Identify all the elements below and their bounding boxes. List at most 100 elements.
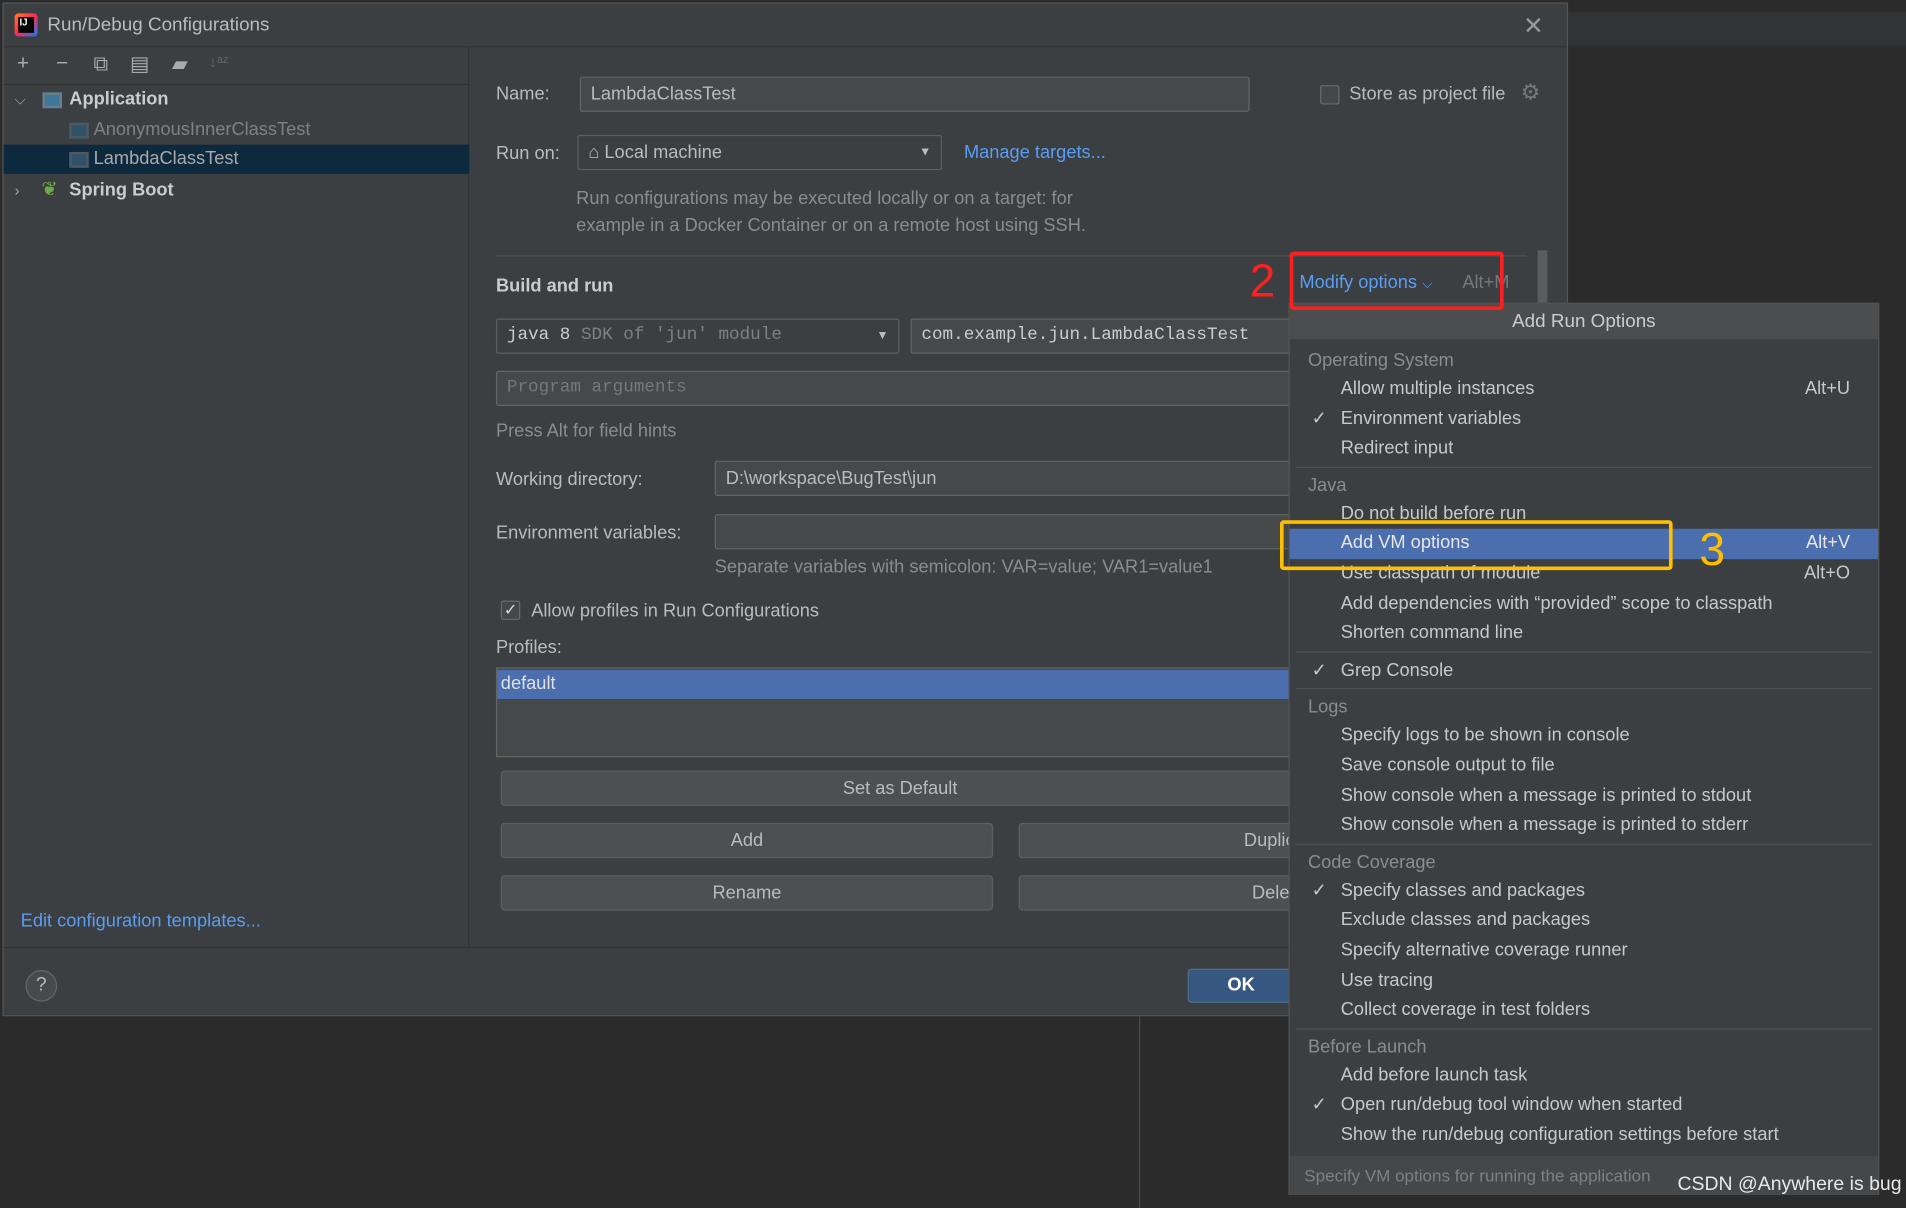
- menu-item-label: Show console when a message is printed t…: [1340, 814, 1749, 836]
- menu-item[interactable]: Save console output to file: [1290, 751, 1878, 781]
- env-vars-hint: Separate variables with semicolon: VAR=v…: [714, 556, 1213, 578]
- application-config-icon: [69, 151, 89, 168]
- allow-profiles-label: Allow profiles in Run Configurations: [531, 600, 820, 622]
- tree-item-label: Spring Boot: [69, 179, 174, 201]
- duplicate-profile-button[interactable]: Duplic: [1018, 822, 1300, 859]
- gear-icon[interactable]: ⚙: [1521, 80, 1541, 106]
- menu-item-label: Add dependencies with “provided” scope t…: [1340, 592, 1773, 614]
- checkmark-icon: ✓: [1311, 1094, 1327, 1116]
- menu-item[interactable]: Collect coverage in test folders: [1290, 996, 1878, 1026]
- remove-icon[interactable]: −: [49, 51, 76, 75]
- menu-item-label: Exclude classes and packages: [1340, 909, 1591, 931]
- chevron-down-icon[interactable]: ⌵: [15, 85, 26, 114]
- run-on-label: Run on:: [495, 143, 560, 165]
- menu-separator: [1290, 1026, 1878, 1033]
- menu-item[interactable]: Show console when a message is printed t…: [1290, 811, 1878, 841]
- menu-item[interactable]: Show the run/debug configuration setting…: [1290, 1121, 1878, 1151]
- tree-item-anonymous[interactable]: AnonymousInnerClassTest: [4, 115, 470, 144]
- menu-item[interactable]: Exclude classes and packages: [1290, 906, 1878, 936]
- menu-item[interactable]: ✓ Grep Console: [1290, 656, 1878, 686]
- tree-item-label: LambdaClassTest: [93, 148, 239, 169]
- menu-item[interactable]: ✓ Specify classes and packages: [1290, 876, 1878, 906]
- menu-item[interactable]: Allow multiple instances Alt+U: [1290, 374, 1878, 404]
- menu-separator: [1290, 649, 1878, 656]
- menu-item-label: Open run/debug tool window when started: [1340, 1094, 1683, 1116]
- menu-item[interactable]: Redirect input: [1290, 434, 1878, 464]
- profile-item[interactable]: default: [497, 669, 1299, 699]
- edit-templates-link[interactable]: Edit configuration templates...: [21, 910, 261, 931]
- spring-boot-icon: ❦: [41, 179, 58, 201]
- menu-item-label: Shorten command line: [1340, 622, 1524, 644]
- menu-item-label: Specify alternative coverage runner: [1340, 939, 1628, 961]
- run-on-hint-2: example in a Docker Container or on a re…: [576, 215, 1086, 236]
- menu-section-header: Operating System: [1307, 350, 1454, 371]
- menu-section-header: Before Launch: [1307, 1036, 1427, 1058]
- working-dir-input[interactable]: D:\workspace\BugTest\jun: [714, 460, 1300, 496]
- add-icon[interactable]: +: [10, 51, 37, 75]
- watermark: CSDN @Anywhere is bug: [1677, 1174, 1902, 1195]
- jdk-hint: SDK of 'jun' module: [580, 325, 782, 346]
- menu-item[interactable]: ✓ Open run/debug tool window when started: [1290, 1091, 1878, 1121]
- config-tree-panel: + − ⧉ ▤ ▰ ↓ᵃᶻ ⌵ Application AnonymousInn…: [3, 47, 470, 947]
- application-config-icon: [69, 122, 89, 139]
- rename-profile-button[interactable]: Rename: [500, 875, 994, 911]
- chevron-right-icon[interactable]: ›: [15, 176, 20, 205]
- name-input[interactable]: LambdaClassTest: [579, 76, 1250, 112]
- name-label: Name:: [495, 83, 550, 105]
- scrollbar[interactable]: [1537, 250, 1548, 309]
- menu-item[interactable]: ✓ Environment variables: [1290, 404, 1878, 434]
- menu-separator: [1290, 841, 1878, 848]
- env-vars-input[interactable]: [714, 514, 1300, 550]
- menu-separator: [1290, 464, 1878, 471]
- store-project-label: Store as project file: [1349, 83, 1506, 105]
- menu-item-label: Add before launch task: [1340, 1064, 1528, 1086]
- menu-item[interactable]: Shorten command line: [1290, 619, 1878, 649]
- dropdown-arrow-icon: ▼: [876, 329, 889, 343]
- program-arguments-input[interactable]: Program arguments: [495, 370, 1300, 406]
- menu-item-label: Collect coverage in test folders: [1340, 999, 1591, 1020]
- run-on-select[interactable]: ⌂ Local machine ▼: [577, 134, 943, 171]
- ok-button[interactable]: OK: [1187, 968, 1295, 1003]
- save-icon[interactable]: ▤: [126, 52, 153, 76]
- tree-item-spring-boot[interactable]: › ❦ Spring Boot: [4, 176, 470, 205]
- menu-section-header: Logs: [1307, 696, 1348, 718]
- tree-item-lambda[interactable]: LambdaClassTest: [3, 144, 470, 174]
- store-project-checkbox[interactable]: [1320, 85, 1340, 105]
- sort-icon[interactable]: ↓ᵃᶻ: [205, 52, 232, 70]
- annotation-step-2: 2: [1249, 256, 1276, 308]
- menu-item[interactable]: Specify alternative coverage runner: [1290, 936, 1878, 966]
- menu-item[interactable]: Show console when a message is printed t…: [1290, 781, 1878, 811]
- menu-item-label: Show the run/debug configuration setting…: [1340, 1124, 1779, 1145]
- checkmark-icon: ✓: [1311, 879, 1327, 901]
- manage-targets-link[interactable]: Manage targets...: [964, 142, 1106, 163]
- run-on-value: Local machine: [604, 142, 723, 163]
- alt-hint: Press Alt for field hints: [495, 420, 677, 442]
- profiles-list[interactable]: default: [495, 667, 1300, 758]
- jdk-select[interactable]: java 8 SDK of 'jun' module ▼: [495, 318, 900, 354]
- delete-profile-button[interactable]: Delet: [1018, 875, 1300, 911]
- menu-item[interactable]: Add dependencies with “provided” scope t…: [1290, 589, 1878, 619]
- menu-item-label: Grep Console: [1340, 659, 1454, 681]
- working-dir-label: Working directory:: [495, 469, 643, 490]
- set-default-button[interactable]: Set as Default: [500, 770, 1300, 806]
- new-folder-icon[interactable]: ▰: [167, 52, 194, 76]
- menu-item[interactable]: Use tracing: [1290, 966, 1878, 996]
- close-icon[interactable]: ✕: [1523, 11, 1543, 41]
- main-class-input[interactable]: com.example.jun.LambdaClassTest: [910, 318, 1300, 354]
- add-profile-button[interactable]: Add: [500, 822, 994, 859]
- menu-item[interactable]: Specify logs to be shown in console: [1290, 721, 1878, 751]
- tree-item-application[interactable]: ⌵ Application: [4, 85, 470, 114]
- copy-icon[interactable]: ⧉: [88, 52, 115, 76]
- help-icon[interactable]: ?: [25, 970, 58, 1002]
- allow-profiles-checkbox[interactable]: ✓: [500, 600, 521, 620]
- menu-item-shortcut: Alt+U: [1804, 378, 1851, 399]
- add-run-options-popup: Add Run Options Operating System Allow mu…: [1288, 302, 1880, 1195]
- env-vars-label: Environment variables:: [495, 522, 682, 544]
- menu-item-shortcut: Alt+O: [1803, 562, 1851, 584]
- profiles-label: Profiles:: [495, 636, 562, 658]
- title-bar: IJ Run/Debug Configurations ✕: [3, 4, 1567, 48]
- menu-section-header: Code Coverage: [1307, 851, 1436, 873]
- menu-item[interactable]: Add before launch task: [1290, 1061, 1878, 1091]
- menu-item-label: Redirect input: [1340, 437, 1454, 459]
- menu-item-label: Allow multiple instances: [1340, 378, 1535, 399]
